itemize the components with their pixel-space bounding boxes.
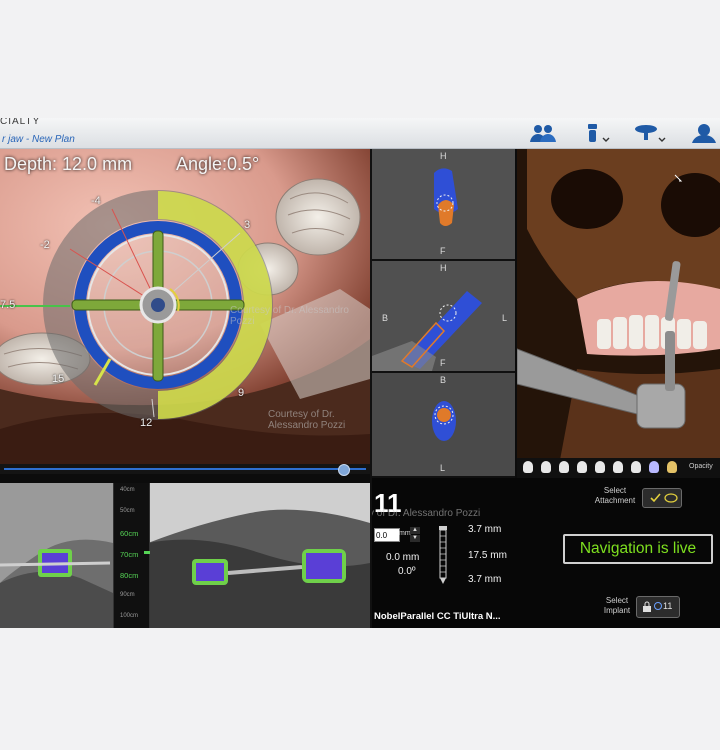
slice-orientation-label: L — [440, 463, 446, 473]
preset-skull-icon[interactable] — [541, 461, 551, 473]
navigation-status-badge: Navigation is live — [563, 534, 713, 564]
jaw-dropdown-icon[interactable] — [630, 121, 670, 145]
select-attachment-label: Select Attachment — [594, 486, 636, 505]
watermark: Courtesy of Dr. Alessandro Pozzi — [230, 305, 349, 327]
attachment-check-icon — [650, 493, 678, 503]
watermark: Courtesy of Dr. Alessandro Pozzi — [372, 508, 481, 519]
select-attachment-button[interactable] — [642, 488, 682, 508]
bottom-length: 3.7 mm — [468, 574, 502, 585]
ct-slice-view-3[interactable]: B L — [372, 373, 515, 478]
offset-unit: mm — [399, 530, 411, 537]
scale-label: 60cm — [120, 529, 139, 538]
depth-readout: Depth: 12.0 mm — [4, 154, 133, 174]
scale-label: 100cm — [120, 613, 139, 619]
offset-input[interactable] — [374, 528, 400, 542]
plan-label[interactable]: r jaw - New Plan — [2, 134, 75, 145]
navigation-app: CIALTY r jaw - New Plan Depth: 12.0 mm A… — [0, 118, 720, 628]
slice-image — [372, 373, 515, 476]
preset-tooth-icon[interactable] — [631, 461, 641, 473]
preset-skull-icon[interactable] — [577, 461, 587, 473]
select-implant-label: Select Implant — [603, 596, 631, 615]
tracking-video — [0, 483, 370, 628]
implant-name: NobelParallel CC TiUltra N... — [374, 611, 501, 622]
users-icon[interactable] — [524, 121, 564, 145]
opacity-preset-bar: Opacity — [517, 458, 720, 478]
preset-skull-icon[interactable] — [559, 461, 569, 473]
scale-label: 90cm — [120, 592, 135, 598]
app-title: CIALTY — [0, 118, 41, 127]
lock-icon — [643, 601, 651, 612]
ring-label: 3 — [244, 219, 251, 231]
watermark: Courtesy of Dr. Alessandro Pozzi — [268, 409, 346, 431]
navigation-status-text: Navigation is live — [579, 540, 697, 557]
offset-increment-button[interactable]: ▲ — [410, 527, 420, 534]
preset-nerve-icon[interactable] — [649, 461, 659, 473]
patient-icon[interactable] — [686, 121, 720, 145]
skull-render — [517, 149, 720, 476]
preset-crown-icon[interactable] — [667, 461, 677, 473]
select-implant-button[interactable]: 11 — [636, 596, 680, 618]
timeline-bar — [0, 464, 370, 476]
ct-slice-view-1[interactable]: H F — [372, 149, 515, 261]
preset-tooth-icon[interactable] — [613, 461, 623, 473]
implant-indicator-icon — [654, 602, 662, 610]
slice-orientation-label: B — [440, 375, 447, 385]
distance-marker — [144, 551, 150, 554]
ring-label: 9 — [238, 387, 245, 399]
angle-readout: Angle:0.5° — [176, 154, 260, 174]
timeline-track[interactable] — [4, 468, 366, 470]
ring-label: 7.5 — [0, 299, 16, 311]
title-bar: CIALTY r jaw - New Plan — [0, 118, 720, 149]
implant-diagram-icon — [439, 526, 447, 584]
tracking-camera-view: 40cm 50cm 60cm 70cm 80cm 90cm 100cm — [0, 483, 370, 628]
scale-label: 50cm — [120, 508, 135, 514]
ring-label: 12 — [140, 417, 153, 429]
distance-scale: 40cm 50cm 60cm 70cm 80cm 90cm 100cm — [113, 483, 150, 628]
preset-skull-icon[interactable] — [595, 461, 605, 473]
implant-dropdown-icon[interactable] — [578, 121, 618, 145]
offset-decrement-button[interactable]: ▼ — [410, 535, 420, 542]
ring-label: -4 — [91, 195, 101, 207]
opacity-label[interactable]: Opacity — [689, 463, 713, 470]
scale-label: 40cm — [120, 487, 135, 493]
slice-image — [372, 261, 515, 371]
navigation-3d-view[interactable]: Depth: 12.0 mm Angle:0.5° -4 -2 3 7.5 9 … — [0, 149, 370, 474]
slice-orientation-label: H — [440, 151, 447, 161]
slice-orientation-label: H — [440, 263, 447, 273]
angle-offset: 0.0º — [398, 566, 416, 577]
slice-orientation-label: F — [440, 358, 446, 368]
ring-label: -2 — [40, 239, 50, 251]
scale-label: 80cm — [120, 571, 139, 580]
depth-offset: 0.0 mm — [386, 552, 420, 563]
implant-length: 17.5 mm — [468, 550, 507, 561]
implant-badge: 11 — [663, 601, 673, 611]
slice-orientation-label: L — [502, 313, 508, 323]
slice-image — [372, 149, 515, 259]
slice-orientation-label: B — [382, 313, 389, 323]
skull-3d-view[interactable] — [517, 149, 720, 476]
implant-info-panel: 11 mm ▲ ▼ 0.0 mm 0.0º 3.7 mm 17.5 mm 3.7… — [372, 478, 720, 628]
preset-skull-icon[interactable] — [523, 461, 533, 473]
timeline-handle[interactable] — [338, 464, 350, 476]
top-length: 3.7 mm — [468, 524, 502, 535]
slice-orientation-label: F — [440, 246, 446, 256]
ct-slice-view-2[interactable]: H F B L — [372, 261, 515, 373]
scale-label: 70cm — [120, 550, 139, 559]
ring-label: 15 — [52, 373, 65, 385]
